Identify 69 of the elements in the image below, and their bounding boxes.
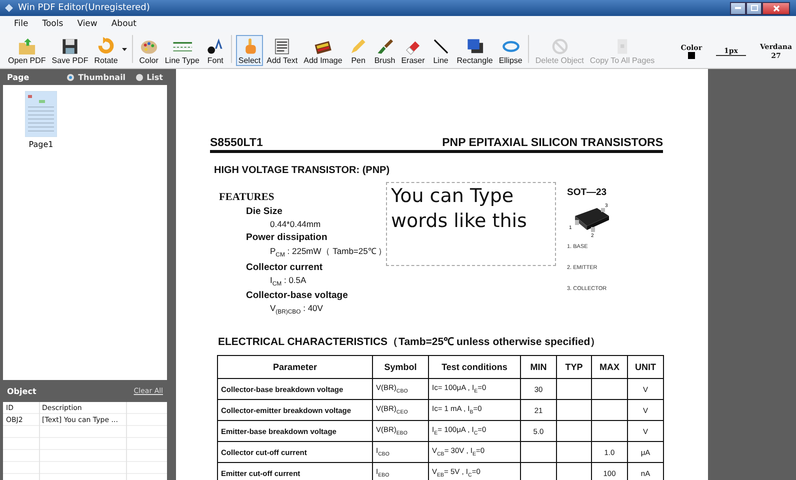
tool-button[interactable]: Font <box>203 35 228 66</box>
tool-button[interactable]: Select <box>236 35 263 66</box>
tool-button[interactable]: Eraser <box>399 35 427 66</box>
feature-value: P$_{CM}$ : 225mW（ Tamb=25℃ ） <box>270 245 388 259</box>
prohibited-icon <box>550 37 570 56</box>
tool-button[interactable]: Color <box>136 35 161 66</box>
maximize-button[interactable] <box>746 2 762 14</box>
rotate-arrow-icon <box>96 37 116 56</box>
feature-name: Collector current <box>246 262 323 273</box>
menu-item[interactable]: View <box>77 19 98 29</box>
tool-button[interactable]: Save PDF <box>50 35 90 66</box>
minimize-button[interactable] <box>730 2 746 14</box>
panel-title: Page <box>7 72 30 82</box>
tool-button[interactable]: Ellipse <box>496 35 524 66</box>
features-title: FEATURES <box>219 192 274 203</box>
feature-name: Die Size <box>246 206 282 217</box>
column-header: Parameter <box>218 356 372 379</box>
text-annotation[interactable]: You can Type words like this <box>386 182 556 266</box>
column-header: MIN <box>520 356 556 379</box>
panel-title: Object <box>7 386 38 396</box>
tool-button[interactable]: Rectangle <box>454 35 495 66</box>
tool-button[interactable]: Pen <box>346 35 370 66</box>
menu-item[interactable]: Tools <box>42 19 64 29</box>
menu-item[interactable]: File <box>14 19 28 29</box>
empty-cell <box>556 400 592 421</box>
tool-button[interactable]: Brush <box>372 35 398 66</box>
menu-item[interactable]: About <box>111 19 136 29</box>
empty-cell <box>556 442 592 463</box>
empty-cell <box>520 442 556 463</box>
maximize-icon <box>750 5 758 11</box>
package-name: SOT—23 <box>567 187 608 198</box>
tool-button[interactable]: Open PDF <box>6 35 48 66</box>
view-radio[interactable]: List <box>136 72 163 82</box>
empty-cell <box>556 378 592 400</box>
tool-button[interactable]: Line <box>428 35 453 66</box>
document-heading: PNP EPITAXIAL SILICON TRANSISTORS <box>442 137 663 149</box>
empty-cell <box>556 420 592 442</box>
folder-icon <box>16 37 37 56</box>
feature-name: Collector-base voltage <box>246 290 348 302</box>
feature-value: 0.44*0.44mm <box>270 219 321 229</box>
dropdown-caret-icon[interactable] <box>122 48 128 50</box>
tool-button[interactable]: Add Image <box>302 35 344 66</box>
feature-value: I$_{CM}$ : 0.5A <box>270 274 306 288</box>
section-title: ELECTRICAL CHARACTERISTICS（Tamb=25℃ unless otherwise specified） <box>218 335 602 350</box>
color-swatch[interactable] <box>688 52 695 58</box>
feature-name: Power dissipation <box>246 232 328 243</box>
tool-button[interactable]: Line Type <box>162 35 202 66</box>
close-icon <box>772 4 780 12</box>
empty-cell <box>592 420 628 442</box>
minimize-icon <box>735 7 741 9</box>
app-icon <box>4 3 14 13</box>
empty-cell <box>592 400 628 421</box>
column-header: Symbol <box>372 356 428 379</box>
tool-button[interactable]: Rotate <box>92 35 120 66</box>
column-header: UNIT <box>628 356 664 379</box>
column-header: MAX <box>592 356 628 379</box>
close-button[interactable] <box>762 2 790 14</box>
view-radio[interactable]: Thumbnail <box>67 72 126 82</box>
page-thumbnail[interactable]: Page1 <box>23 91 59 149</box>
feature-value: V$_{(BR)CBO}$ : 40V <box>270 303 323 316</box>
part-number: S8550LT1 <box>210 137 263 149</box>
window-title: Win PDF Editor(Unregistered) <box>18 3 150 13</box>
page-preview-icon <box>25 91 57 137</box>
tool-button[interactable]: Add Text <box>264 35 300 66</box>
column-header: Test conditions <box>428 356 520 379</box>
empty-cell <box>592 378 628 400</box>
subtitle: HIGH VOLTAGE TRANSISTOR: (PNP) <box>214 165 391 176</box>
column-header: TYP <box>556 356 592 379</box>
rectangle-icon <box>464 37 485 56</box>
